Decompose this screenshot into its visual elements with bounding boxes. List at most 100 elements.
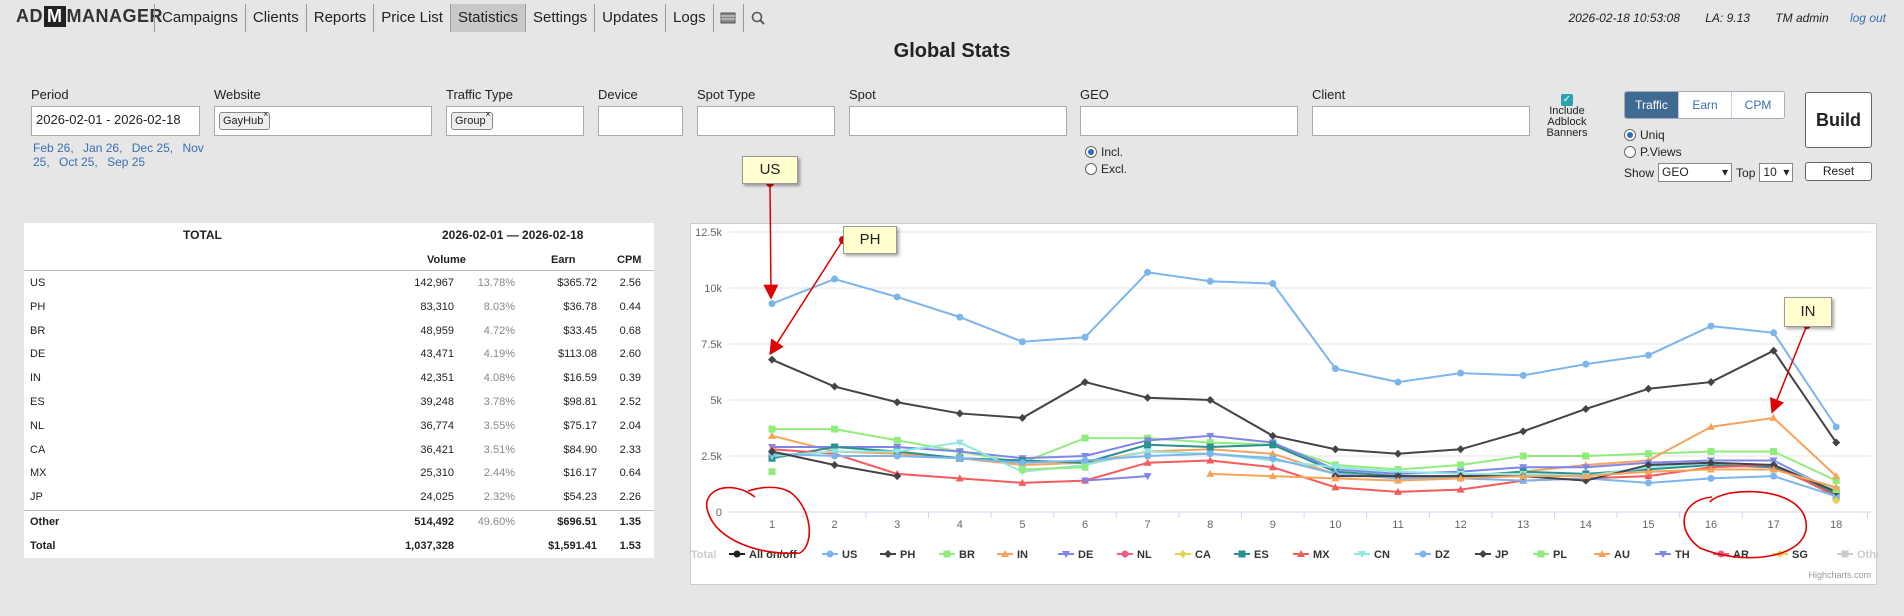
spot-type-input[interactable] bbox=[697, 106, 835, 136]
top-select[interactable]: 10 ▾ bbox=[1759, 163, 1794, 182]
data-point[interactable] bbox=[1269, 441, 1277, 449]
data-point[interactable] bbox=[768, 355, 776, 364]
data-point[interactable] bbox=[1707, 322, 1715, 330]
search-icon[interactable] bbox=[742, 4, 773, 32]
data-point[interactable] bbox=[830, 382, 839, 391]
data-point[interactable] bbox=[768, 431, 776, 439]
geo-input[interactable] bbox=[1080, 106, 1298, 136]
nav-statistics[interactable]: Statistics bbox=[449, 4, 525, 32]
data-point[interactable] bbox=[1206, 277, 1214, 285]
data-point[interactable] bbox=[1644, 450, 1652, 458]
data-point[interactable] bbox=[1770, 448, 1778, 456]
data-point[interactable] bbox=[768, 468, 776, 476]
legend-item[interactable]: PL bbox=[1533, 549, 1567, 561]
data-point[interactable] bbox=[1707, 378, 1715, 387]
legend-item[interactable]: US bbox=[822, 549, 857, 561]
data-point[interactable] bbox=[893, 398, 902, 407]
data-point[interactable] bbox=[1582, 452, 1590, 460]
tab-cpm[interactable]: CPM bbox=[1731, 92, 1784, 118]
quick-period-link[interactable]: Sep 25 bbox=[107, 155, 145, 169]
legend-marker[interactable] bbox=[1419, 550, 1427, 558]
traffic-type-tag[interactable]: Group × bbox=[451, 109, 493, 130]
legend-item[interactable]: JP bbox=[1475, 549, 1508, 561]
nav-logs[interactable]: Logs bbox=[665, 4, 713, 32]
data-point[interactable] bbox=[1457, 369, 1465, 377]
data-point[interactable] bbox=[1707, 474, 1715, 482]
quick-period-link[interactable]: Feb 26, bbox=[33, 141, 74, 155]
traffic-type-input[interactable]: Group × bbox=[446, 106, 584, 136]
legend-marker[interactable] bbox=[1537, 550, 1545, 558]
geo-incl-option[interactable]: Incl. bbox=[1085, 143, 1127, 160]
legend-item[interactable]: TH bbox=[1655, 549, 1690, 561]
nav-clients[interactable]: Clients bbox=[244, 4, 306, 32]
adblock-option[interactable]: ✓ Include Adblock Banners bbox=[1545, 94, 1589, 139]
data-point[interactable] bbox=[1081, 434, 1089, 442]
data-point[interactable] bbox=[1331, 365, 1339, 373]
quick-period-link[interactable]: Jan 26, bbox=[83, 141, 122, 155]
legend-item[interactable]: DZ bbox=[1415, 549, 1450, 561]
website-tag[interactable]: GayHub × bbox=[219, 109, 271, 130]
data-point[interactable] bbox=[1456, 445, 1465, 454]
chart-credit[interactable]: Highcharts.com bbox=[1808, 570, 1871, 580]
legend-item[interactable]: PH bbox=[880, 549, 915, 561]
show-select[interactable]: GEO ▾ bbox=[1658, 163, 1733, 182]
radio-off-icon[interactable] bbox=[1624, 145, 1636, 158]
pviews-option[interactable]: P.Views bbox=[1624, 143, 1682, 160]
data-point[interactable] bbox=[1144, 441, 1152, 449]
legend-item[interactable]: DE bbox=[1058, 549, 1093, 561]
legend-marker[interactable] bbox=[943, 550, 951, 558]
data-point[interactable] bbox=[1331, 445, 1340, 454]
data-point[interactable] bbox=[1269, 454, 1277, 462]
data-point[interactable] bbox=[768, 300, 776, 308]
data-point[interactable] bbox=[1770, 329, 1778, 337]
device-input[interactable] bbox=[598, 106, 683, 136]
data-point[interactable] bbox=[768, 425, 776, 433]
nav-campaigns[interactable]: Campaigns bbox=[154, 4, 245, 32]
data-point[interactable] bbox=[1144, 452, 1152, 460]
legend-item[interactable]: AR bbox=[1713, 549, 1749, 561]
data-point[interactable] bbox=[1519, 427, 1528, 436]
data-point[interactable] bbox=[1081, 378, 1089, 387]
data-point[interactable] bbox=[893, 452, 901, 460]
data-point[interactable] bbox=[830, 460, 839, 469]
legend-marker[interactable] bbox=[1121, 550, 1129, 558]
data-point[interactable] bbox=[831, 275, 839, 283]
data-point[interactable] bbox=[1581, 404, 1590, 413]
tab-earn[interactable]: Earn bbox=[1678, 92, 1731, 118]
remove-tag-icon[interactable]: × bbox=[263, 109, 268, 119]
period-input[interactable]: 2026-02-01 - 2026-02-18 bbox=[31, 106, 200, 136]
nav-reports[interactable]: Reports bbox=[305, 4, 374, 32]
data-point[interactable] bbox=[1457, 461, 1465, 469]
data-point[interactable] bbox=[1144, 268, 1152, 276]
legend-item[interactable]: Other bbox=[1837, 549, 1878, 561]
legend-marker[interactable] bbox=[826, 550, 834, 558]
build-button[interactable]: Build bbox=[1805, 92, 1872, 148]
legend-marker[interactable] bbox=[1776, 550, 1784, 558]
reset-button[interactable]: Reset bbox=[1805, 162, 1872, 181]
legend-marker[interactable] bbox=[1479, 550, 1487, 558]
nav-price-list[interactable]: Price List bbox=[373, 4, 450, 32]
quick-period-link[interactable]: Oct 25, bbox=[59, 155, 98, 169]
legend-item[interactable]: CN bbox=[1354, 549, 1390, 561]
legend-item[interactable]: NL bbox=[1117, 549, 1152, 561]
data-point[interactable] bbox=[1707, 448, 1715, 456]
legend-marker[interactable] bbox=[1238, 550, 1246, 558]
data-point[interactable] bbox=[1081, 456, 1089, 464]
data-point[interactable] bbox=[893, 293, 901, 301]
quick-period-link[interactable]: Dec 25, bbox=[132, 141, 173, 155]
radio-off-icon[interactable] bbox=[1085, 162, 1097, 175]
data-point[interactable] bbox=[1018, 459, 1026, 467]
legend-marker[interactable] bbox=[1717, 550, 1725, 558]
logout-link[interactable]: log out bbox=[1850, 11, 1886, 25]
data-point[interactable] bbox=[1018, 338, 1026, 346]
radio-on-icon[interactable] bbox=[1624, 128, 1636, 141]
legend-marker[interactable] bbox=[884, 550, 892, 558]
data-point[interactable] bbox=[1582, 360, 1590, 368]
data-point[interactable] bbox=[955, 409, 964, 418]
nav-updates[interactable]: Updates bbox=[594, 4, 665, 32]
logo[interactable]: AD M MANAGER bbox=[16, 6, 163, 27]
legend-marker[interactable] bbox=[1179, 550, 1187, 558]
legend-marker[interactable] bbox=[1841, 550, 1849, 558]
legend-item[interactable]: CA bbox=[1175, 549, 1211, 561]
remove-tag-icon[interactable]: × bbox=[485, 109, 490, 119]
